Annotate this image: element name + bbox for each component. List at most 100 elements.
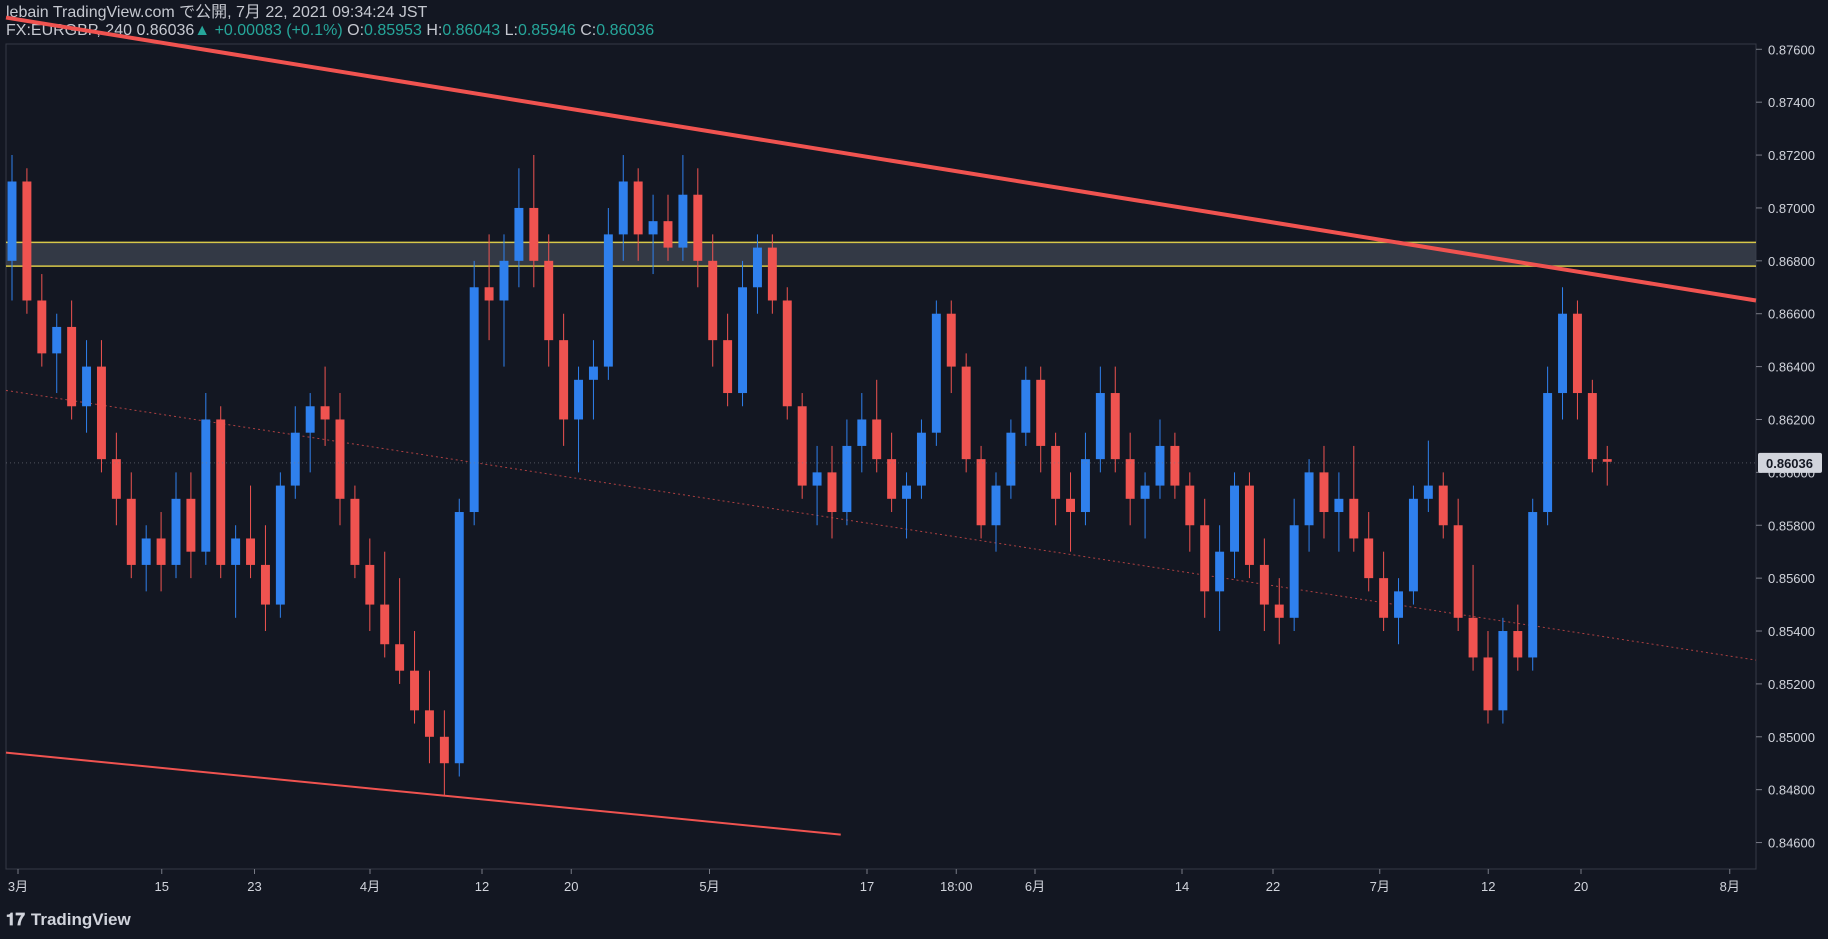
candle-body[interactable] [171, 498, 181, 565]
candle-body[interactable] [1543, 393, 1553, 513]
candle-body[interactable] [1036, 379, 1046, 446]
candle-body[interactable] [752, 247, 762, 288]
candle-body[interactable] [335, 419, 345, 499]
candle-body[interactable] [350, 498, 360, 565]
candle-body[interactable] [1051, 445, 1061, 499]
candle-body[interactable] [1006, 432, 1016, 486]
candle-body[interactable] [588, 366, 598, 380]
candle-body[interactable] [1319, 472, 1329, 513]
candle-body[interactable] [916, 432, 926, 486]
candle-body[interactable] [1528, 512, 1538, 658]
candle-body[interactable] [320, 406, 330, 420]
candle-body[interactable] [37, 300, 47, 354]
candle-body[interactable] [902, 485, 912, 499]
candle-body[interactable] [499, 260, 509, 301]
candle-body[interactable] [111, 459, 121, 499]
candle-body[interactable] [1259, 564, 1269, 605]
candle-body[interactable] [141, 538, 151, 565]
candle-body[interactable] [275, 485, 285, 605]
candle-body[interactable] [1587, 393, 1597, 460]
candle-body[interactable] [1080, 459, 1090, 513]
candle-body[interactable] [1334, 498, 1344, 513]
candle-body[interactable] [991, 485, 1001, 526]
candle-body[interactable] [976, 459, 986, 526]
candle-body[interactable] [365, 564, 375, 605]
candle-body[interactable] [678, 194, 688, 248]
candle-body[interactable] [231, 538, 241, 565]
candle-body[interactable] [1438, 485, 1448, 526]
candle-body[interactable] [454, 512, 464, 764]
resistance-zone[interactable] [6, 242, 1756, 267]
candle-body[interactable] [574, 379, 584, 420]
candle-body[interactable] [469, 287, 479, 513]
price-chart[interactable]: 0.87600 0.87400 0.87200 0.87000 0.86800 0.866… [0, 0, 1828, 900]
candle-body[interactable] [1274, 604, 1284, 618]
candle-body[interactable] [618, 181, 628, 235]
candle-body[interactable] [1170, 445, 1180, 486]
candle-body[interactable] [648, 221, 658, 235]
candle-body[interactable] [842, 445, 852, 513]
candle-body[interactable] [1125, 459, 1135, 499]
candle-body[interactable] [1095, 393, 1105, 460]
candle-body[interactable] [216, 419, 226, 565]
candle-body[interactable] [603, 234, 613, 367]
candle-body[interactable] [1498, 631, 1508, 711]
candle-body[interactable] [663, 221, 673, 248]
candle-body[interactable] [708, 260, 718, 341]
candle-body[interactable] [797, 406, 807, 486]
candle-body[interactable] [424, 710, 434, 737]
candle-body[interactable] [1423, 485, 1433, 499]
candle-body[interactable] [126, 498, 136, 565]
time-axis[interactable]: 3月 15 23 4月 12 20 5月 17 18:00 6月 14 22 7月 12 20 8月 [8, 869, 1740, 894]
candle-body[interactable] [290, 432, 300, 486]
candle-body[interactable] [7, 181, 17, 261]
candle-body[interactable] [201, 419, 211, 552]
candle-body[interactable] [1244, 485, 1254, 565]
candle-body[interactable] [723, 340, 733, 394]
candle-body[interactable] [186, 498, 196, 552]
candle-body[interactable] [260, 564, 270, 605]
candle-body[interactable] [1066, 498, 1076, 513]
candle-body[interactable] [82, 366, 92, 407]
candle-body[interactable] [1468, 617, 1478, 658]
candle-body[interactable] [1364, 538, 1374, 579]
candle-body[interactable] [1349, 498, 1359, 539]
candle-body[interactable] [305, 406, 315, 433]
candle-body[interactable] [395, 644, 405, 671]
candle-body[interactable] [1379, 578, 1389, 618]
candle-body[interactable] [1021, 379, 1031, 433]
candle-body[interactable] [1572, 313, 1582, 394]
candle-body[interactable] [1185, 485, 1195, 526]
candle-body[interactable] [872, 419, 882, 460]
candle-body[interactable] [1453, 525, 1463, 618]
candle-body[interactable] [782, 300, 792, 407]
candle-body[interactable] [484, 287, 494, 301]
candle-body[interactable] [1304, 472, 1314, 526]
candle-body[interactable] [1602, 459, 1612, 462]
candle-body[interactable] [1110, 393, 1120, 460]
candle-body[interactable] [1230, 485, 1240, 552]
price-axis[interactable]: 0.87600 0.87400 0.87200 0.87000 0.86800 0.866… [1756, 42, 1815, 851]
candle-body[interactable] [559, 340, 569, 420]
candle-body[interactable] [544, 260, 554, 341]
candle-body[interactable] [931, 313, 941, 433]
candle-body[interactable] [439, 736, 449, 764]
candle-body[interactable] [1140, 485, 1150, 499]
candle-body[interactable] [693, 194, 703, 261]
candle-body[interactable] [1289, 525, 1299, 618]
candle-body[interactable] [514, 207, 524, 261]
candle-body[interactable] [827, 472, 837, 513]
candle-body[interactable] [22, 181, 32, 301]
candle-body[interactable] [156, 538, 166, 565]
candle-body[interactable] [410, 670, 420, 711]
candle-body[interactable] [246, 538, 256, 565]
candle-body[interactable] [1558, 313, 1567, 394]
candle-body[interactable] [1483, 657, 1493, 711]
candle-body[interactable] [738, 287, 748, 394]
candle-body[interactable] [1513, 631, 1523, 658]
tradingview-logo[interactable]: 𝟏𝟕 TradingView [6, 910, 131, 930]
candle-body[interactable] [67, 326, 77, 407]
candle-body[interactable] [52, 326, 62, 354]
candle-body[interactable] [767, 247, 777, 301]
candle-body[interactable] [1394, 591, 1403, 618]
